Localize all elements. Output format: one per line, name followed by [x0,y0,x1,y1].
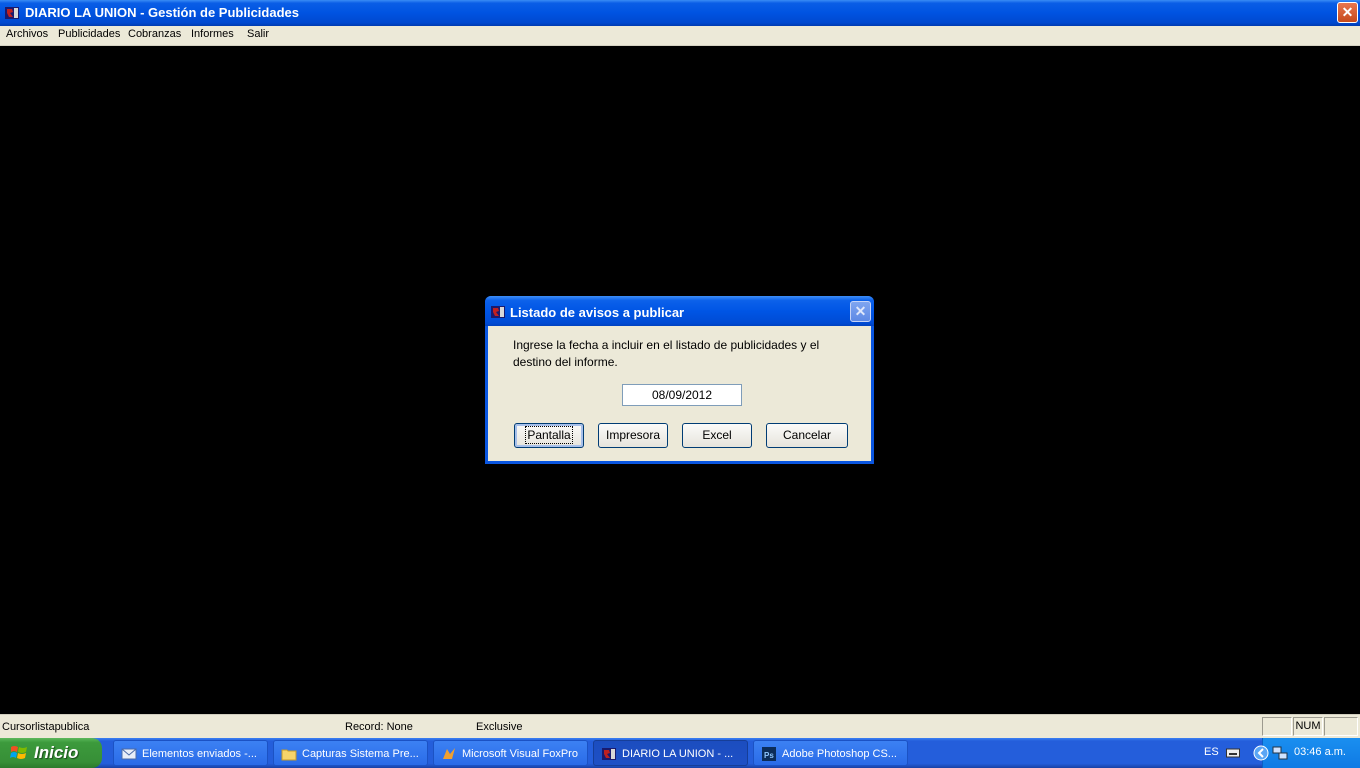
app-icon [491,306,505,318]
status-panel-empty-2 [1324,717,1358,736]
menu-informes[interactable]: Informes [191,28,234,40]
taskbar-item-label: Adobe Photoshop CS... [782,748,897,760]
dialog-message: Ingrese la fecha a incluir en el listado… [513,338,820,369]
start-label: Inicio [34,743,79,762]
folder-icon [281,749,297,761]
taskbar-item-diario[interactable]: DIARIO LA UNION - ... [593,740,748,766]
status-mode: Exclusive [476,721,523,733]
keyboard-icon[interactable] [1226,747,1240,759]
network-icon[interactable] [1272,745,1288,761]
status-num: NUM [1293,717,1323,736]
foxpro-icon [443,748,455,759]
status-record: Record: None [345,721,413,733]
menubar: Archivos Publicidades Cobranzas Informes… [0,26,1360,46]
taskbar: Inicio Elementos enviados -... Capturas … [0,738,1360,768]
svg-text:Ps: Ps [764,751,774,760]
system-tray: 03:46 a.m. [1253,738,1360,768]
menu-archivos[interactable]: Archivos [6,28,48,40]
clock[interactable]: 03:46 a.m. [1294,746,1346,758]
window-title: DIARIO LA UNION - Gestión de Publicidade… [25,5,299,20]
window-titlebar[interactable]: DIARIO LA UNION - Gestión de Publicidade… [0,0,1360,26]
photoshop-icon: Ps [762,747,776,761]
menu-cobranzas[interactable]: Cobranzas [128,28,181,40]
taskbar-item-foxpro[interactable]: Microsoft Visual FoxPro [433,740,588,766]
taskbar-item-photoshop[interactable]: Ps Adobe Photoshop CS... [753,740,908,766]
taskbar-item-elementos[interactable]: Elementos enviados -... [113,740,268,766]
cancelar-button[interactable]: Cancelar [766,423,848,448]
chevron-left-icon[interactable] [1253,745,1269,761]
menu-publicidades[interactable]: Publicidades [58,28,120,40]
dialog-close-button[interactable]: ✕ [850,301,871,322]
dialog-title: Listado de avisos a publicar [510,305,685,320]
windows-flag-icon [10,746,27,759]
excel-button[interactable]: Excel [682,423,752,448]
pantalla-button-label: Pantalla [525,426,573,444]
window-close-button[interactable]: ✕ [1337,2,1358,23]
pantalla-button[interactable]: Pantalla [514,423,584,448]
statusbar: Cursorlistapublica Record: None Exclusiv… [0,714,1360,739]
date-input[interactable]: 08/09/2012 [622,384,742,406]
taskbar-item-capturas[interactable]: Capturas Sistema Pre... [273,740,428,766]
taskbar-item-label: Capturas Sistema Pre... [302,748,419,760]
app-icon [602,748,616,760]
mail-icon [121,748,137,760]
taskbar-item-label: Microsoft Visual FoxPro [462,748,578,760]
status-panel-empty [1262,717,1292,736]
app-icon [5,7,19,19]
report-dialog: Listado de avisos a publicar ✕ Ingrese l… [485,296,874,464]
taskbar-item-label: DIARIO LA UNION - ... [622,748,734,760]
language-indicator[interactable]: ES [1204,746,1219,758]
menu-salir[interactable]: Salir [247,28,269,40]
dialog-body: Ingrese la fecha a incluir en el listado… [488,326,871,461]
start-button[interactable]: Inicio [0,738,102,768]
taskbar-item-label: Elementos enviados -... [142,748,257,760]
status-cursor: Cursorlistapublica [2,721,90,733]
dialog-titlebar[interactable]: Listado de avisos a publicar ✕ [485,296,874,326]
impresora-button[interactable]: Impresora [598,423,668,448]
